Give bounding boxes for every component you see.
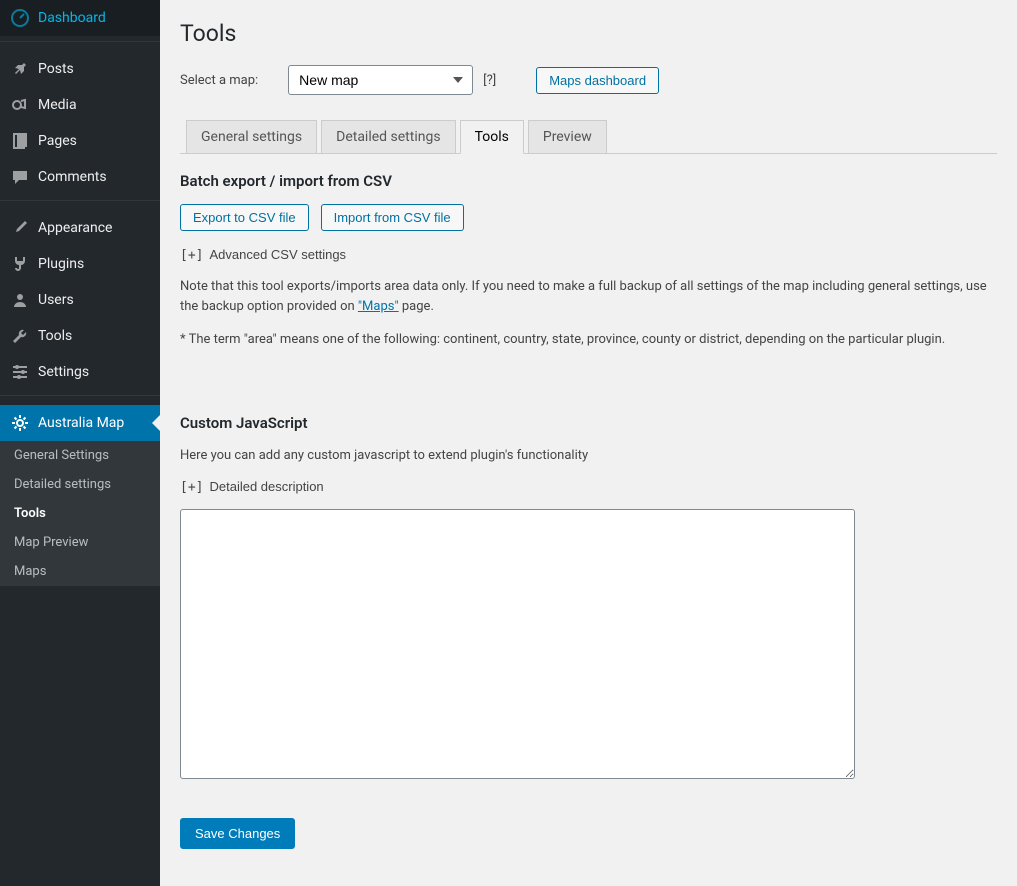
select-map-label: Select a map:: [180, 73, 258, 88]
sidebar-label: Pages: [38, 133, 77, 149]
batch-button-row: Export to CSV file Import from CSV file: [180, 204, 997, 231]
batch-heading: Batch export / import from CSV: [180, 172, 997, 190]
admin-sidebar: Dashboard Posts Media Pages Comments App…: [0, 0, 160, 886]
main-content: Tools Select a map: New map [?] Maps das…: [160, 0, 1017, 886]
submenu-maps[interactable]: Maps: [0, 557, 160, 586]
sidebar-label: Tools: [38, 328, 72, 344]
sidebar-label: Comments: [38, 169, 107, 185]
maps-page-link[interactable]: "Maps": [358, 299, 399, 314]
batch-note: Note that this tool exports/imports area…: [180, 277, 997, 316]
page-title: Tools: [180, 20, 997, 47]
sidebar-item-users[interactable]: Users: [0, 282, 160, 318]
sidebar-label: Posts: [38, 61, 74, 77]
sidebar-item-media[interactable]: Media: [0, 87, 160, 123]
sidebar-item-tools[interactable]: Tools: [0, 318, 160, 354]
plug-icon: [10, 254, 30, 274]
sidebar-label: Appearance: [38, 220, 112, 236]
sidebar-item-australia-map[interactable]: Australia Map: [0, 405, 160, 441]
user-icon: [10, 290, 30, 310]
sidebar-item-pages[interactable]: Pages: [0, 123, 160, 159]
export-csv-button[interactable]: Export to CSV file: [180, 204, 309, 231]
batch-footnote: * The term "area" means one of the follo…: [180, 330, 997, 350]
sliders-icon: [10, 362, 30, 382]
sidebar-label: Settings: [38, 364, 89, 380]
map-select[interactable]: New map: [288, 65, 473, 95]
tab-detailed-settings[interactable]: Detailed settings: [321, 120, 455, 154]
sidebar-item-dashboard[interactable]: Dashboard: [0, 0, 160, 36]
sidebar-label: Plugins: [38, 256, 84, 272]
gear-icon: [10, 413, 30, 433]
comment-icon: [10, 167, 30, 187]
tab-tools[interactable]: Tools: [460, 120, 524, 154]
detailed-description-toggle[interactable]: [+] Detailed description: [180, 479, 324, 495]
sidebar-separator: [0, 395, 160, 400]
submenu-tools[interactable]: Tools: [0, 499, 160, 528]
expand-icon: [+]: [180, 248, 203, 263]
sidebar-item-comments[interactable]: Comments: [0, 159, 160, 195]
map-select-wrap: New map: [288, 65, 473, 95]
import-csv-button[interactable]: Import from CSV file: [321, 204, 464, 231]
sidebar-label: Dashboard: [38, 10, 106, 26]
sidebar-label: Australia Map: [38, 415, 124, 431]
sidebar-separator: [0, 200, 160, 205]
sidebar-item-appearance[interactable]: Appearance: [0, 210, 160, 246]
dashboard-icon: [10, 8, 30, 28]
wrench-icon: [10, 326, 30, 346]
map-select-row: Select a map: New map [?] Maps dashboard: [180, 65, 997, 95]
customjs-heading: Custom JavaScript: [180, 414, 997, 432]
sidebar-item-settings[interactable]: Settings: [0, 354, 160, 390]
submenu-detailed-settings[interactable]: Detailed settings: [0, 470, 160, 499]
media-icon: [10, 95, 30, 115]
maps-dashboard-button[interactable]: Maps dashboard: [536, 67, 659, 94]
advanced-csv-toggle[interactable]: [+] Advanced CSV settings: [180, 247, 346, 263]
sidebar-label: Users: [38, 292, 74, 308]
page-icon: [10, 131, 30, 151]
sidebar-item-plugins[interactable]: Plugins: [0, 246, 160, 282]
submenu-map-preview[interactable]: Map Preview: [0, 528, 160, 557]
expand-icon: [+]: [180, 480, 203, 495]
help-icon[interactable]: [?]: [483, 73, 496, 88]
detailed-description-label: Detailed description: [209, 479, 323, 494]
sidebar-label: Media: [38, 97, 77, 113]
tab-general-settings[interactable]: General settings: [186, 120, 317, 154]
pin-icon: [10, 59, 30, 79]
brush-icon: [10, 218, 30, 238]
sidebar-item-posts[interactable]: Posts: [0, 51, 160, 87]
custom-js-textarea[interactable]: [180, 509, 855, 779]
tabs: General settings Detailed settings Tools…: [180, 120, 997, 154]
save-changes-button[interactable]: Save Changes: [180, 818, 295, 849]
sidebar-submenu: General Settings Detailed settings Tools…: [0, 441, 160, 586]
sidebar-separator: [0, 41, 160, 46]
advanced-csv-label: Advanced CSV settings: [209, 247, 346, 262]
customjs-desc: Here you can add any custom javascript t…: [180, 446, 997, 466]
submenu-general-settings[interactable]: General Settings: [0, 441, 160, 470]
tab-preview[interactable]: Preview: [528, 120, 607, 154]
